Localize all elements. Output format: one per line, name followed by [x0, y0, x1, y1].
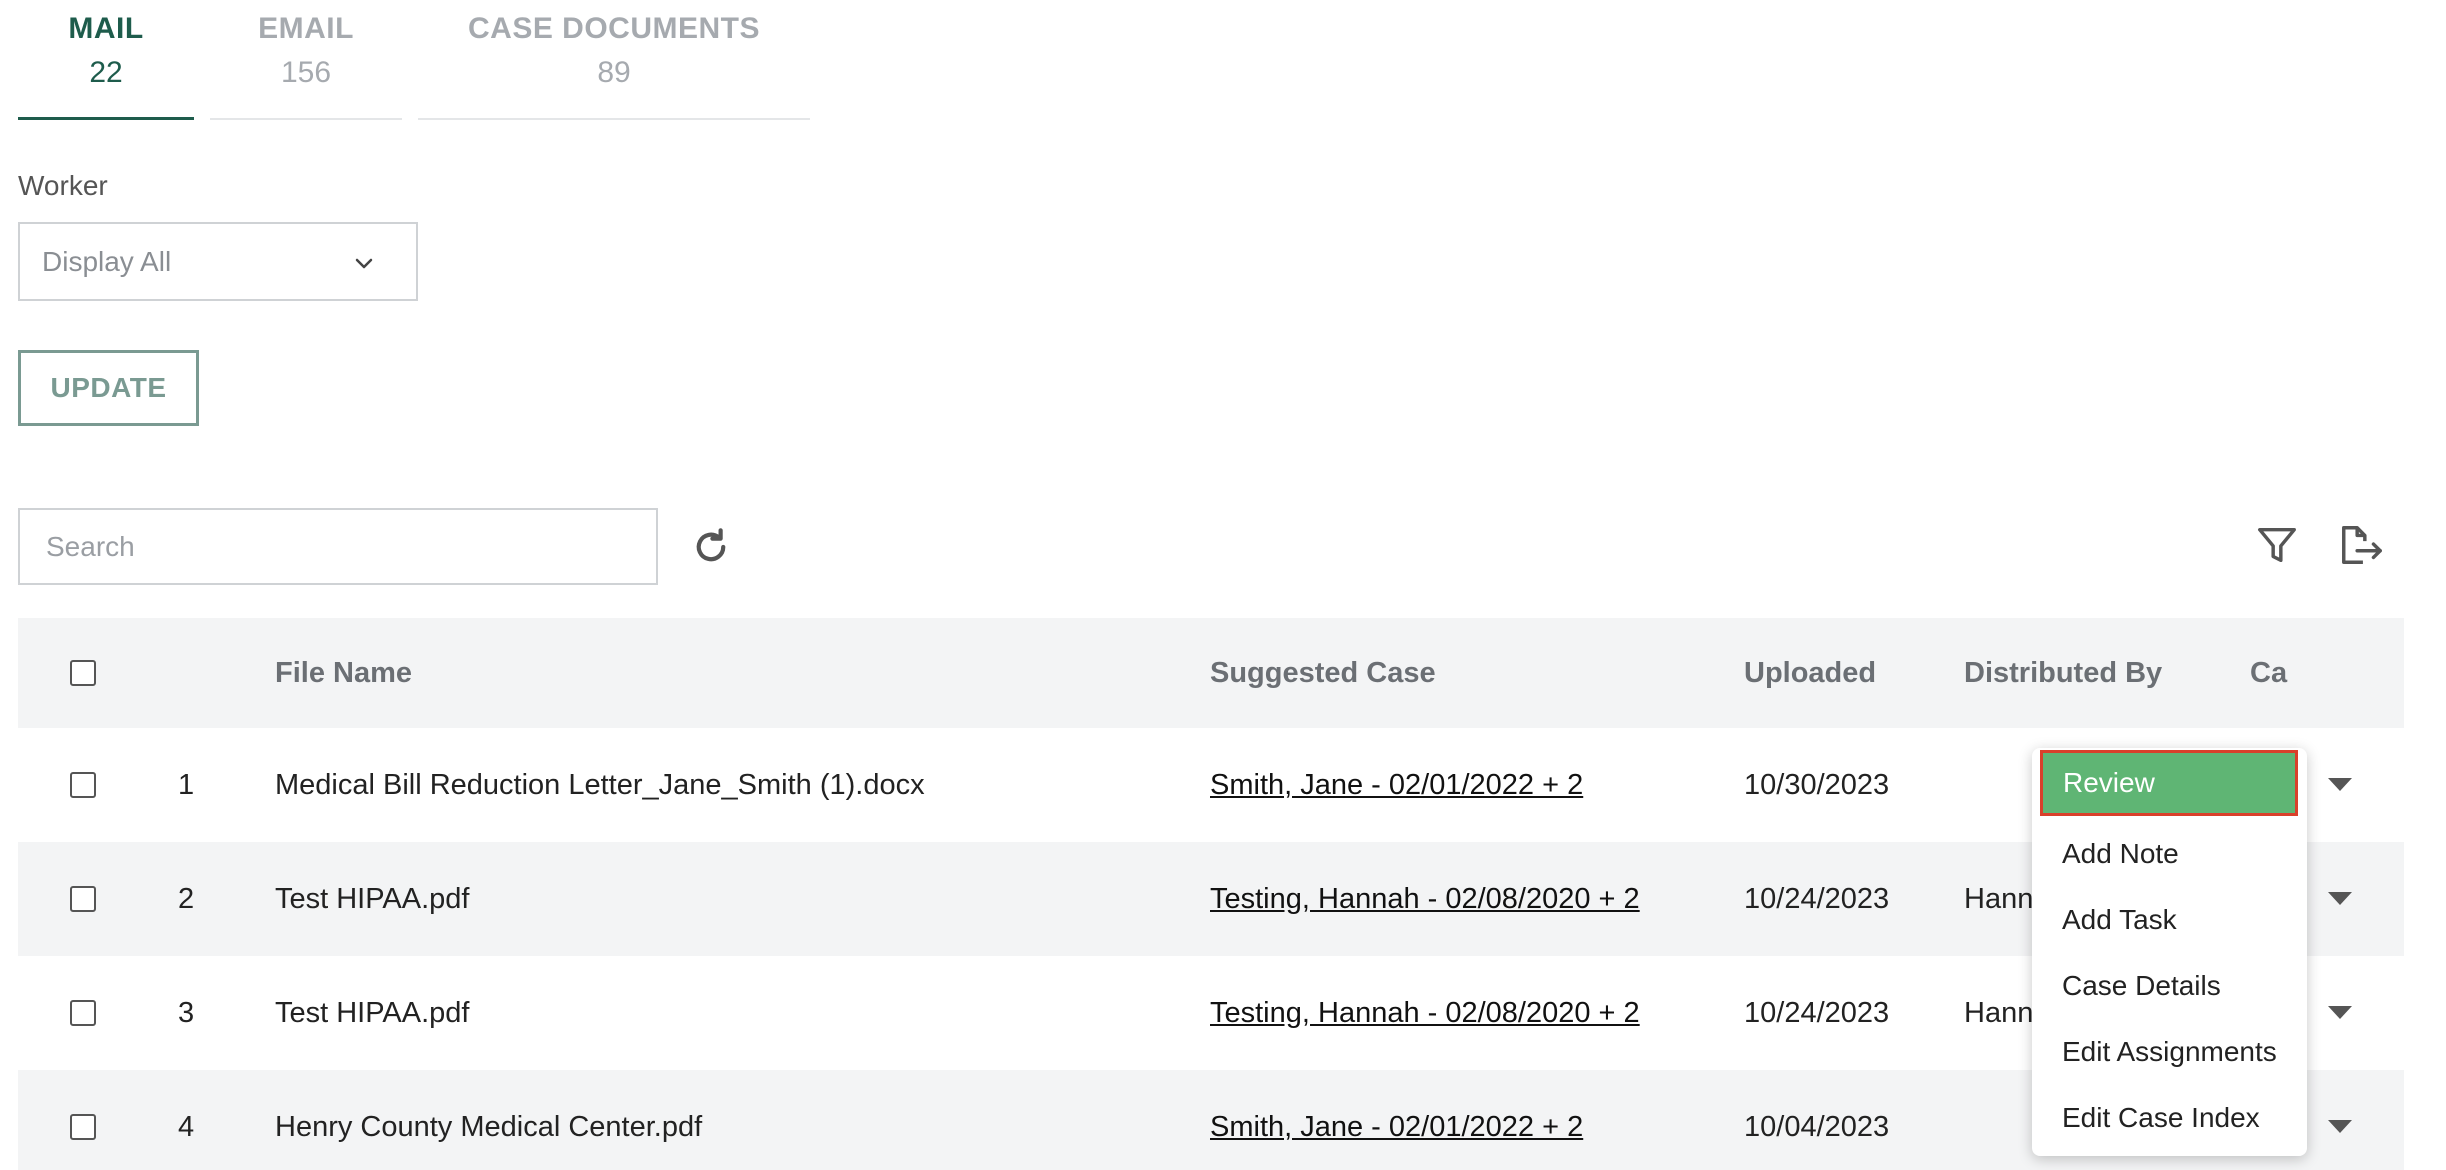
suggested-case-cell: Testing, Hannah - 02/08/2020 + 2 [1210, 842, 1640, 956]
worker-label: Worker [18, 170, 108, 201]
row-number: 1 [178, 768, 195, 801]
row-checkbox-cell [70, 842, 96, 956]
tab-mail[interactable]: MAIL 22 [18, 0, 194, 120]
uploaded-date: 10/24/2023 [1744, 996, 1890, 1029]
table-header: File Name Suggested Case Uploaded Distri… [18, 618, 2404, 728]
update-button[interactable]: UPDATE [18, 350, 199, 426]
header-category[interactable]: Ca [2250, 618, 2296, 728]
file-name: Henry County Medical Center.pdf [275, 1110, 703, 1143]
filter-icon[interactable] [2254, 522, 2300, 568]
menu-item-add-note[interactable]: Add Note [2032, 821, 2307, 887]
file-name: Medical Bill Reduction Letter_Jane_Smith… [275, 768, 925, 801]
worker-select-value: Display All [42, 246, 172, 277]
menu-item-case-details[interactable]: Case Details [2032, 953, 2307, 1019]
row-actions-caret-icon[interactable] [2328, 892, 2352, 905]
row-checkbox-cell [70, 1070, 96, 1170]
tab-mail-label: MAIL [68, 12, 144, 45]
header-file-name[interactable]: File Name [275, 618, 412, 728]
row-checkbox-cell [70, 728, 96, 842]
row-number: 2 [178, 882, 195, 915]
uploaded-date: 10/30/2023 [1744, 768, 1890, 801]
file-name: Test HIPAA.pdf [275, 882, 470, 915]
row-checkbox[interactable] [70, 772, 96, 798]
menu-item-edit-case-index[interactable]: Edit Case Index [2032, 1085, 2307, 1151]
row-checkbox-cell [70, 956, 96, 1070]
tab-case-documents[interactable]: CASE DOCUMENTS 89 [418, 0, 810, 120]
chevron-down-icon [355, 258, 373, 269]
suggested-case-link[interactable]: Smith, Jane - 02/01/2022 + 2 [1210, 1111, 1583, 1144]
select-all-checkbox[interactable] [70, 660, 96, 686]
suggested-case-link[interactable]: Testing, Hannah - 02/08/2020 + 2 [1210, 997, 1640, 1030]
row-actions-caret-icon[interactable] [2328, 1120, 2352, 1133]
search-input[interactable] [18, 508, 658, 585]
file-name: Test HIPAA.pdf [275, 996, 470, 1029]
menu-item-add-task[interactable]: Add Task [2032, 887, 2307, 953]
suggested-case-cell: Testing, Hannah - 02/08/2020 + 2 [1210, 956, 1640, 1070]
suggested-case-link[interactable]: Smith, Jane - 02/01/2022 + 2 [1210, 769, 1583, 802]
suggested-case-link[interactable]: Testing, Hannah - 02/08/2020 + 2 [1210, 883, 1640, 916]
row-checkbox[interactable] [70, 1114, 96, 1140]
row-actions-menu: Review Add Note Add Task Case Details Ed… [2032, 748, 2307, 1156]
tab-case-documents-count: 89 [597, 56, 631, 89]
refresh-icon[interactable] [690, 526, 732, 568]
menu-item-edit-assignments[interactable]: Edit Assignments [2032, 1019, 2307, 1085]
uploaded-date: 10/24/2023 [1744, 882, 1890, 915]
header-checkbox-cell [70, 618, 96, 728]
header-suggested-case[interactable]: Suggested Case [1210, 618, 1436, 728]
export-icon[interactable] [2336, 522, 2386, 568]
row-actions-caret-icon[interactable] [2328, 778, 2352, 791]
tab-mail-count: 22 [89, 56, 123, 89]
menu-item-review[interactable]: Review [2040, 750, 2298, 816]
tab-email-count: 156 [280, 56, 332, 89]
row-actions-caret-icon[interactable] [2328, 1006, 2352, 1019]
header-uploaded[interactable]: Uploaded [1744, 618, 1876, 728]
tab-case-documents-label: CASE DOCUMENTS [467, 12, 760, 45]
suggested-case-cell: Smith, Jane - 02/01/2022 + 2 [1210, 728, 1583, 842]
header-distributed-by[interactable]: Distributed By [1964, 618, 2162, 728]
row-checkbox[interactable] [70, 1000, 96, 1026]
distributed-by: Hann [1964, 996, 2034, 1029]
tab-email[interactable]: EMAIL 156 [210, 0, 402, 120]
row-number: 4 [178, 1110, 195, 1143]
row-number: 3 [178, 996, 195, 1029]
worker-select[interactable]: Display All [18, 222, 418, 301]
tab-email-label: EMAIL [258, 12, 354, 45]
suggested-case-cell: Smith, Jane - 02/01/2022 + 2 [1210, 1070, 1583, 1170]
row-checkbox[interactable] [70, 886, 96, 912]
distributed-by: Hann [1964, 882, 2034, 915]
uploaded-date: 10/04/2023 [1744, 1110, 1890, 1143]
